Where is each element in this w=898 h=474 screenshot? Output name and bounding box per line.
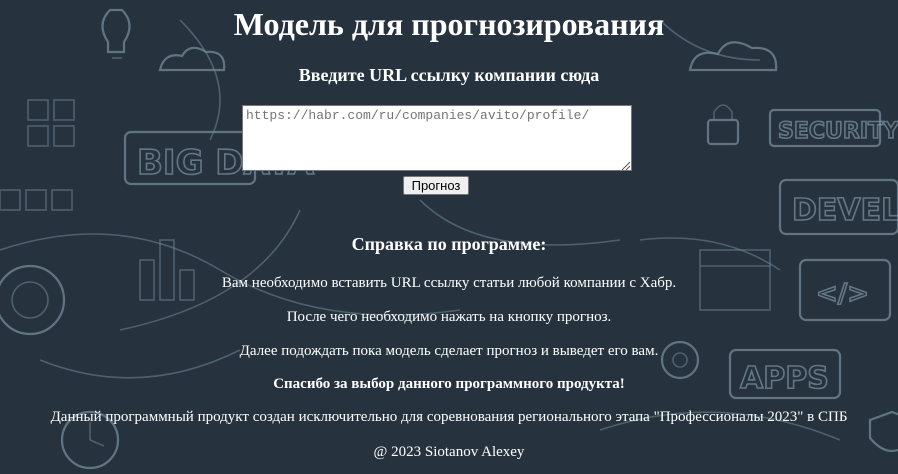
url-prompt-label: Введите URL ссылку компании сюда	[298, 65, 600, 85]
help-line-thanks: Спасибо за выбор данного программного пр…	[273, 376, 625, 392]
predict-button[interactable]: Прогноз	[403, 176, 469, 195]
help-line-insert-url: Вам необходимо вставить URL ссылку стать…	[221, 275, 677, 291]
main-content: Модель для прогнозирования Введите URL с…	[0, 0, 898, 474]
help-title: Справка по программе:	[351, 234, 547, 254]
copyright-footer: @ 2023 Siotanov Alexey	[373, 444, 525, 460]
help-line-press-button: После чего необходимо нажать на кнопку п…	[286, 309, 612, 325]
page-title: Модель для прогнозирования	[233, 6, 665, 42]
url-input[interactable]	[242, 105, 632, 171]
help-line-wait-result: Далее подождать пока модель сделает прог…	[239, 343, 659, 359]
help-line-competition: Данный программный продукт создан исключ…	[50, 409, 848, 425]
